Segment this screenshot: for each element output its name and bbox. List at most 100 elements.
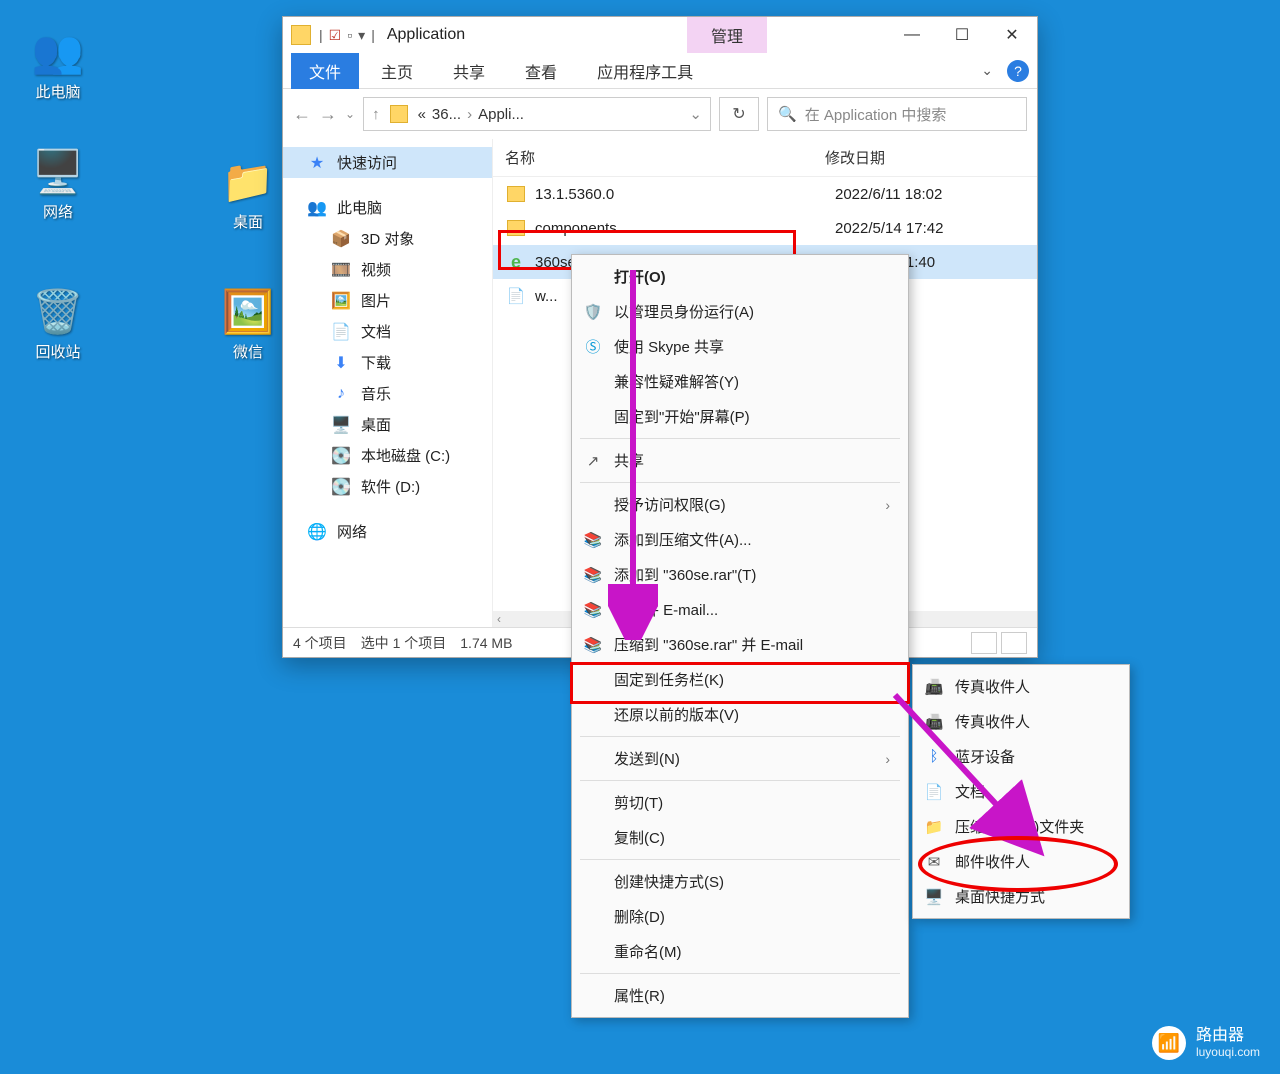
search-input[interactable]: 🔍 在 Application 中搜索 bbox=[767, 97, 1027, 131]
sendto-fax2[interactable]: 📠传真收件人 bbox=[913, 704, 1129, 739]
archive-icon: 📚 bbox=[582, 601, 604, 619]
qat-folder-icon[interactable]: ▫ bbox=[347, 27, 352, 43]
sendto-fax1[interactable]: 📠传真收件人 bbox=[913, 669, 1129, 704]
nav-documents[interactable]: 📄文档 bbox=[283, 316, 492, 347]
ctx-open[interactable]: 打开(O) bbox=[572, 259, 908, 294]
watermark: 📶 路由器 luyouqi.com bbox=[1152, 1026, 1260, 1060]
archive-icon: 📚 bbox=[582, 531, 604, 549]
desktop-icon-desktop[interactable]: 📁 桌面 bbox=[208, 158, 288, 232]
minimize-button[interactable]: — bbox=[887, 17, 937, 53]
file-row-folder[interactable]: components 2022/5/14 17:42 bbox=[493, 211, 1037, 245]
tab-share[interactable]: 共享 bbox=[435, 53, 503, 89]
desktop-nav-icon: 🖥️ bbox=[331, 415, 351, 435]
wechat-icon: 🖼️ bbox=[208, 288, 288, 337]
manage-tab[interactable]: 管理 bbox=[687, 17, 767, 53]
col-date[interactable]: 修改日期 bbox=[825, 147, 1025, 168]
nav-quick-access[interactable]: ★快速访问 bbox=[283, 147, 492, 178]
archive-icon: 📚 bbox=[582, 636, 604, 654]
search-placeholder: 在 Application 中搜索 bbox=[805, 104, 947, 125]
network-nav-icon: 🌐 bbox=[307, 522, 327, 542]
ctx-zip-email[interactable]: 📚压缩并 E-mail... bbox=[572, 592, 908, 627]
refresh-button[interactable]: ↻ bbox=[719, 97, 759, 131]
desktop-icon-pc[interactable]: 👥 此电脑 bbox=[18, 28, 98, 102]
file-row-folder[interactable]: 13.1.5360.0 2022/6/11 18:02 bbox=[493, 177, 1037, 211]
breadcrumb-part2[interactable]: Appli... bbox=[478, 106, 524, 123]
ctx-pin-taskbar[interactable]: 固定到任务栏(K) bbox=[572, 662, 908, 697]
nav-network[interactable]: 🌐网络 bbox=[283, 516, 492, 547]
titlebar[interactable]: | ☑ ▫ ▾ | Application 管理 — ☐ ✕ bbox=[283, 17, 1037, 53]
disk-icon: 💽 bbox=[331, 446, 351, 466]
ctx-share[interactable]: ↗共享 bbox=[572, 443, 908, 478]
breadcrumb-dropdown-icon[interactable]: ⌄ bbox=[689, 105, 702, 123]
nav-desktop[interactable]: 🖥️桌面 bbox=[283, 409, 492, 440]
chevron-right-icon: › bbox=[885, 751, 890, 767]
tab-view[interactable]: 查看 bbox=[507, 53, 575, 89]
qat-check-icon[interactable]: ☑ bbox=[329, 27, 342, 44]
desktop-icon-wechat[interactable]: 🖼️ 微信 bbox=[208, 288, 288, 362]
ctx-add-rar[interactable]: 📚添加到 "360se.rar"(T) bbox=[572, 557, 908, 592]
ctx-separator bbox=[580, 780, 900, 781]
column-headers[interactable]: 名称 修改日期 bbox=[493, 139, 1037, 177]
close-button[interactable]: ✕ bbox=[987, 17, 1037, 53]
desktop-icon-recycle[interactable]: 🗑️ 回收站 bbox=[18, 288, 98, 362]
view-icons-button[interactable] bbox=[1001, 632, 1027, 654]
back-button[interactable]: ← bbox=[293, 104, 311, 125]
ctx-send-to[interactable]: 发送到(N)› bbox=[572, 741, 908, 776]
desktop-icon-network[interactable]: 🖥️ 网络 bbox=[18, 148, 98, 222]
share-icon: ↗ bbox=[582, 452, 604, 470]
ctx-cut[interactable]: 剪切(T) bbox=[572, 785, 908, 820]
nav-music[interactable]: ♪音乐 bbox=[283, 378, 492, 409]
ctx-separator bbox=[580, 859, 900, 860]
watermark-title: 路由器 bbox=[1196, 1026, 1260, 1045]
sendto-zipped[interactable]: 📁压缩(zipped)文件夹 bbox=[913, 809, 1129, 844]
ctx-delete[interactable]: 删除(D) bbox=[572, 899, 908, 934]
ctx-pin-start[interactable]: 固定到"开始"屏幕(P) bbox=[572, 399, 908, 434]
ribbon-collapse-icon[interactable]: ⌄ bbox=[981, 62, 993, 79]
ribbon-tabs: 文件 主页 共享 查看 应用程序工具 ⌄ ? bbox=[283, 53, 1037, 89]
nav-3d-objects[interactable]: 📦3D 对象 bbox=[283, 223, 492, 254]
ctx-copy[interactable]: 复制(C) bbox=[572, 820, 908, 855]
ctx-rar-email[interactable]: 📚压缩到 "360se.rar" 并 E-mail bbox=[572, 627, 908, 662]
ctx-compat[interactable]: 兼容性疑难解答(Y) bbox=[572, 364, 908, 399]
nav-this-pc[interactable]: 👥此电脑 bbox=[283, 192, 492, 223]
breadcrumb-part1[interactable]: 36... bbox=[432, 106, 461, 123]
help-button[interactable]: ? bbox=[1007, 60, 1029, 82]
tab-file[interactable]: 文件 bbox=[291, 53, 359, 89]
star-icon: ★ bbox=[307, 153, 327, 173]
sendto-desktop-shortcut[interactable]: 🖥️桌面快捷方式 bbox=[913, 879, 1129, 914]
ctx-run-admin[interactable]: 🛡️以管理员身份运行(A) bbox=[572, 294, 908, 329]
ctx-properties[interactable]: 属性(R) bbox=[572, 978, 908, 1013]
zip-icon: 📁 bbox=[923, 818, 945, 836]
nav-pictures[interactable]: 🖼️图片 bbox=[283, 285, 492, 316]
ctx-restore-version[interactable]: 还原以前的版本(V) bbox=[572, 697, 908, 732]
status-selected: 选中 1 个项目 bbox=[361, 633, 447, 653]
breadcrumb-sep: › bbox=[467, 106, 472, 123]
sendto-documents[interactable]: 📄文档 bbox=[913, 774, 1129, 809]
ctx-rename[interactable]: 重命名(M) bbox=[572, 934, 908, 969]
breadcrumb-prefix: « bbox=[418, 106, 426, 123]
qat-dropdown-icon[interactable]: ▾ bbox=[358, 27, 365, 44]
forward-button[interactable]: → bbox=[319, 104, 337, 125]
ctx-skype-share[interactable]: Ⓢ使用 Skype 共享 bbox=[572, 329, 908, 364]
tab-app-tools[interactable]: 应用程序工具 bbox=[579, 53, 711, 89]
view-details-button[interactable] bbox=[971, 632, 997, 654]
nav-disk-d[interactable]: 💽软件 (D:) bbox=[283, 471, 492, 502]
sendto-bluetooth[interactable]: ᛒ蓝牙设备 bbox=[913, 739, 1129, 774]
breadcrumb[interactable]: ↑ « 36... › Appli... ⌄ bbox=[363, 97, 711, 131]
nav-disk-c[interactable]: 💽本地磁盘 (C:) bbox=[283, 440, 492, 471]
ctx-add-archive[interactable]: 📚添加到压缩文件(A)... bbox=[572, 522, 908, 557]
col-name[interactable]: 名称 bbox=[505, 147, 825, 168]
nav-videos[interactable]: 🎞️视频 bbox=[283, 254, 492, 285]
status-size: 1.74 MB bbox=[460, 635, 512, 651]
window-folder-icon bbox=[291, 25, 311, 45]
ctx-grant-access[interactable]: 授予访问权限(G)› bbox=[572, 487, 908, 522]
maximize-button[interactable]: ☐ bbox=[937, 17, 987, 53]
ctx-create-shortcut[interactable]: 创建快捷方式(S) bbox=[572, 864, 908, 899]
skype-icon: Ⓢ bbox=[582, 336, 604, 357]
tab-home[interactable]: 主页 bbox=[363, 53, 431, 89]
up-icon[interactable]: ↑ bbox=[372, 106, 380, 123]
sendto-mail[interactable]: ✉邮件收件人 bbox=[913, 844, 1129, 879]
recent-dropdown-icon[interactable]: ⌄ bbox=[345, 107, 355, 121]
nav-downloads[interactable]: ⬇下载 bbox=[283, 347, 492, 378]
ctx-separator bbox=[580, 736, 900, 737]
